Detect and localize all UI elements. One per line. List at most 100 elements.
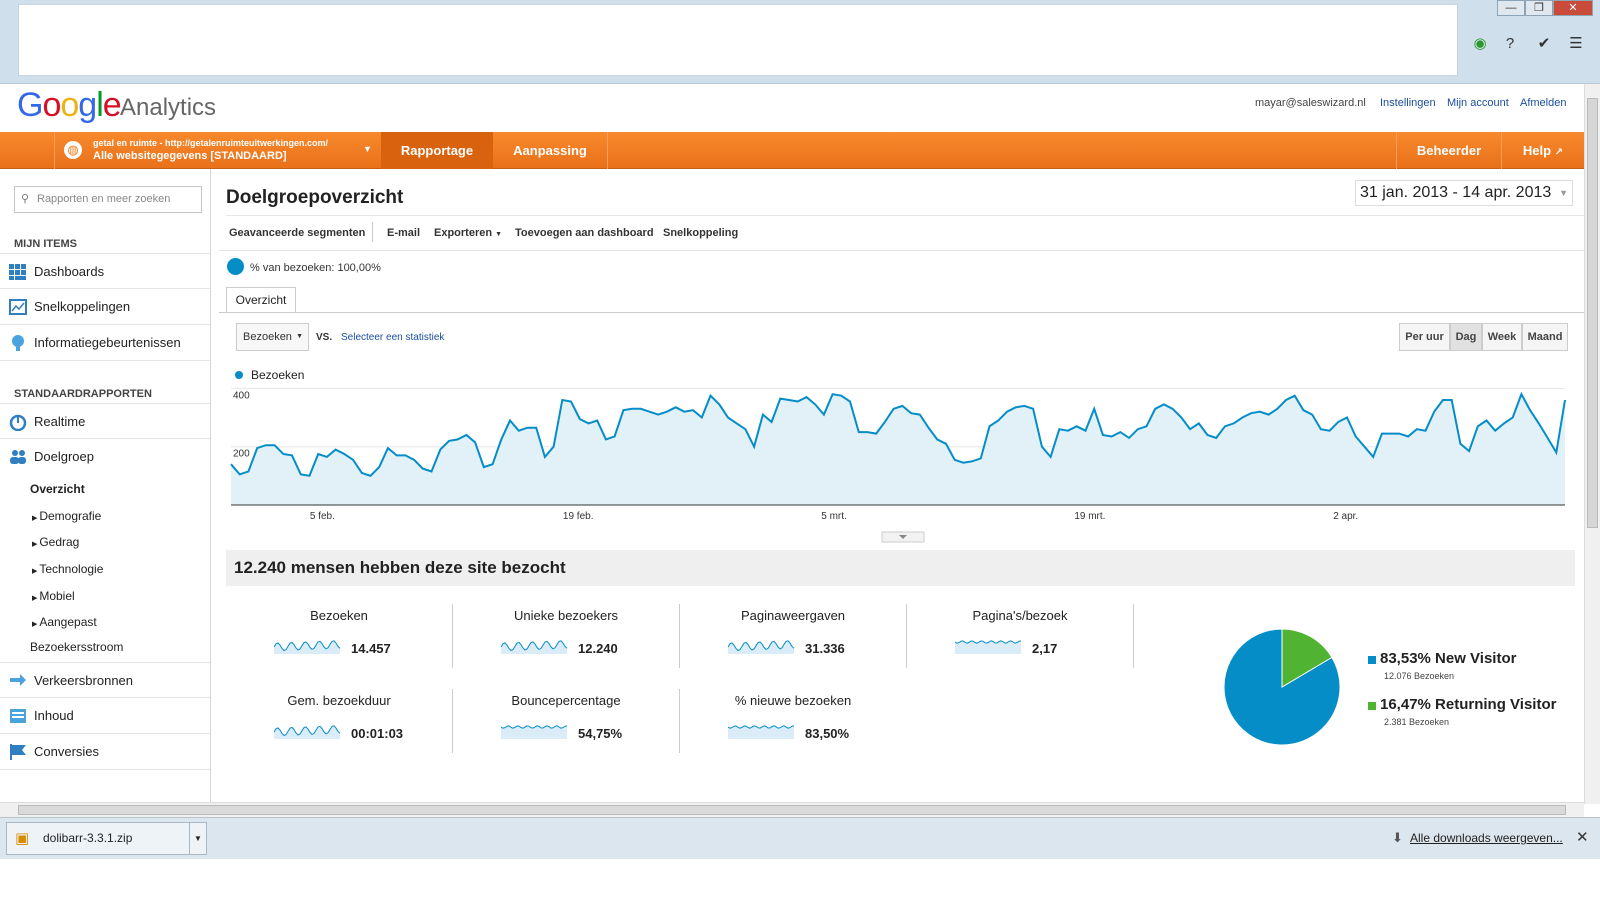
sidebar-item-realtime[interactable]: Realtime	[0, 403, 210, 439]
x-tick-label: 19 mrt.	[1074, 511, 1105, 522]
extension-icon[interactable]: ◉	[1470, 34, 1490, 54]
settings-link[interactable]: Instellingen	[1380, 97, 1436, 109]
property-view[interactable]: Alle websitegegevens [STANDAARD]	[93, 150, 287, 162]
sidebar-item-label: Inhoud	[34, 708, 74, 723]
metric-sparkline	[501, 640, 568, 654]
analytics-logo-text: Analytics	[120, 94, 217, 121]
maximize-button[interactable]: ❐	[1525, 0, 1553, 16]
help-extension-icon[interactable]: ?	[1500, 34, 1520, 54]
tab-rapportage[interactable]: Rapportage	[381, 132, 493, 169]
add-to-dashboard-button[interactable]: Toevoegen aan dashboard	[515, 227, 654, 239]
search-placeholder: Rapporten en meer zoeken	[37, 193, 171, 205]
sidebar-item-behavior[interactable]: ▶ Gedrag	[32, 535, 79, 549]
sidebar-item-visitors-flow[interactable]: Bezoekersstroom	[30, 640, 123, 654]
tab-overview[interactable]: Overzicht	[226, 287, 296, 313]
shortcut-button[interactable]: Snelkoppeling	[663, 227, 738, 239]
sidebar-item-label: Verkeersbronnen	[34, 673, 134, 688]
sidebar-item-dashboards[interactable]: Dashboards	[0, 253, 210, 289]
audience-icon	[10, 450, 26, 464]
content-icon	[10, 709, 26, 723]
select-statistic-link[interactable]: Selecteer een statistiek	[341, 332, 444, 343]
download-arrow-icon: ⬇	[1392, 830, 1403, 845]
metric-select[interactable]: Bezoeken ▼	[236, 323, 309, 351]
traffic-sources-icon	[10, 674, 26, 686]
property-dropdown-icon[interactable]: ▼	[363, 144, 372, 154]
sidebar-item-label: Conversies	[34, 744, 100, 759]
help-button[interactable]: Help ↗	[1502, 132, 1584, 169]
legend-label: Bezoeken	[251, 368, 304, 382]
visits-line-chart: Bezoeken 400 200 5 feb. 19 feb. 5 mrt. 19 mr…	[230, 368, 1566, 543]
metric-block: Paginaweergaven 31.336	[680, 608, 906, 678]
metric-value: 54,75%	[578, 726, 623, 741]
horizontal-scrollbar[interactable]	[0, 802, 1584, 817]
minimize-button[interactable]: —	[1497, 0, 1525, 16]
download-menu-chevron-icon[interactable]: ▼	[189, 823, 206, 854]
sidebar-item-overview[interactable]: Overzicht	[30, 482, 85, 496]
gran-month-button[interactable]: Maand	[1522, 323, 1568, 351]
page-title: Doelgroepoverzicht	[226, 187, 404, 208]
legend-dot	[235, 371, 243, 379]
admin-button[interactable]: Beheerder	[1397, 132, 1501, 169]
metric-block: Bezoeken 14.457	[226, 608, 452, 678]
y-tick-label: 400	[233, 390, 250, 401]
download-item[interactable]: ▣ dolibarr-3.3.1.zip ▼	[6, 822, 207, 855]
search-input[interactable]: ⚲ Rapporten en meer zoeken	[14, 186, 202, 213]
sidebar-item-demographics[interactable]: ▶ Demografie	[32, 509, 101, 523]
sidebar-item-intelligence[interactable]: Informatiegebeurtenissen	[0, 325, 210, 361]
gran-day-button[interactable]: Dag	[1450, 323, 1482, 351]
download-filename: dolibarr-3.3.1.zip	[43, 831, 133, 845]
sidebar-item-technology[interactable]: ▶ Technologie	[32, 562, 103, 576]
visitor-type-pie	[1223, 628, 1341, 746]
export-button[interactable]: Exporteren ▼	[434, 227, 502, 239]
metric-label: Unieke bezoekers	[513, 608, 619, 623]
vertical-scrollbar[interactable]	[1584, 84, 1600, 804]
sidebar-item-traffic-sources[interactable]: Verkeersbronnen	[0, 662, 210, 698]
metric-block: % nieuwe bezoeken 83,50%	[680, 693, 906, 763]
date-range-picker[interactable]: 31 jan. 2013 - 14 apr. 2013 ▼	[1355, 180, 1573, 206]
realtime-icon	[9, 414, 27, 431]
sidebar-item-label: Dashboards	[34, 264, 105, 279]
x-tick-label: 2 apr.	[1333, 511, 1358, 522]
sidebar-item-conversions[interactable]: Conversies	[0, 734, 210, 770]
legend-new-visitor: 83,53% New Visitor	[1380, 650, 1517, 667]
sidebar-item-audience[interactable]: Doelgroep	[0, 439, 210, 475]
sidebar-item-content[interactable]: Inhoud	[0, 698, 210, 734]
chart-ticks: 5 feb. 19 feb. 5 mrt. 19 mrt. 2 apr.	[310, 511, 1358, 522]
metric-label: Paginaweergaven	[740, 608, 846, 623]
divider	[226, 215, 1584, 216]
sidebar-item-label: Realtime	[34, 414, 86, 429]
metric-value: 14.457	[351, 641, 391, 656]
x-tick-label: 19 feb.	[563, 511, 594, 522]
logout-link[interactable]: Afmelden	[1520, 97, 1566, 109]
close-shelf-icon[interactable]: ✕	[1576, 828, 1589, 846]
sidebar-item-mobile[interactable]: ▶ Mobiel	[32, 589, 75, 603]
section-my-items: MIJN ITEMS	[14, 238, 77, 250]
sidebar-item-label: Informatiegebeurtenissen	[34, 335, 181, 350]
metric-sparkline	[501, 725, 568, 739]
divider	[1133, 604, 1134, 668]
extension-check-icon[interactable]: ✔	[1534, 34, 1554, 54]
scrollbar-thumb[interactable]	[18, 805, 1566, 815]
metric-sparkline	[728, 725, 795, 739]
close-window-button[interactable]: ✕	[1553, 0, 1593, 16]
metric-label: Bezoeken	[310, 608, 368, 623]
menu-icon[interactable]: ☰	[1566, 34, 1586, 54]
show-all-downloads-link[interactable]: Alle downloads weergeven...	[1410, 831, 1563, 845]
gran-hourly-button[interactable]: Per uur	[1399, 323, 1450, 351]
sidebar-item-custom[interactable]: ▶ Aangepast	[32, 615, 97, 629]
metric-block: Gem. bezoekduur 00:01:03	[226, 693, 452, 763]
gran-week-button[interactable]: Week	[1482, 323, 1522, 351]
divider	[219, 250, 1584, 251]
sidebar-item-shortcuts[interactable]: Snelkoppelingen	[0, 289, 210, 325]
tab-aanpassing[interactable]: Aanpassing	[493, 132, 607, 169]
my-account-link[interactable]: Mijn account	[1447, 97, 1509, 109]
email-button[interactable]: E-mail	[387, 227, 420, 239]
home-icon[interactable]: ⌂	[0, 0, 54, 37]
vs-label: VS.	[316, 332, 333, 343]
metric-block: Unieke bezoekers 12.240	[453, 608, 679, 678]
scrollbar-thumb[interactable]	[1587, 98, 1598, 528]
metric-label: Gem. bezoekduur	[287, 693, 391, 708]
sidebar: ⚲ Rapporten en meer zoeken MIJN ITEMS Da…	[0, 169, 211, 804]
advanced-segments-button[interactable]: Geavanceerde segmenten	[229, 227, 365, 239]
metric-sparkline	[728, 640, 795, 654]
